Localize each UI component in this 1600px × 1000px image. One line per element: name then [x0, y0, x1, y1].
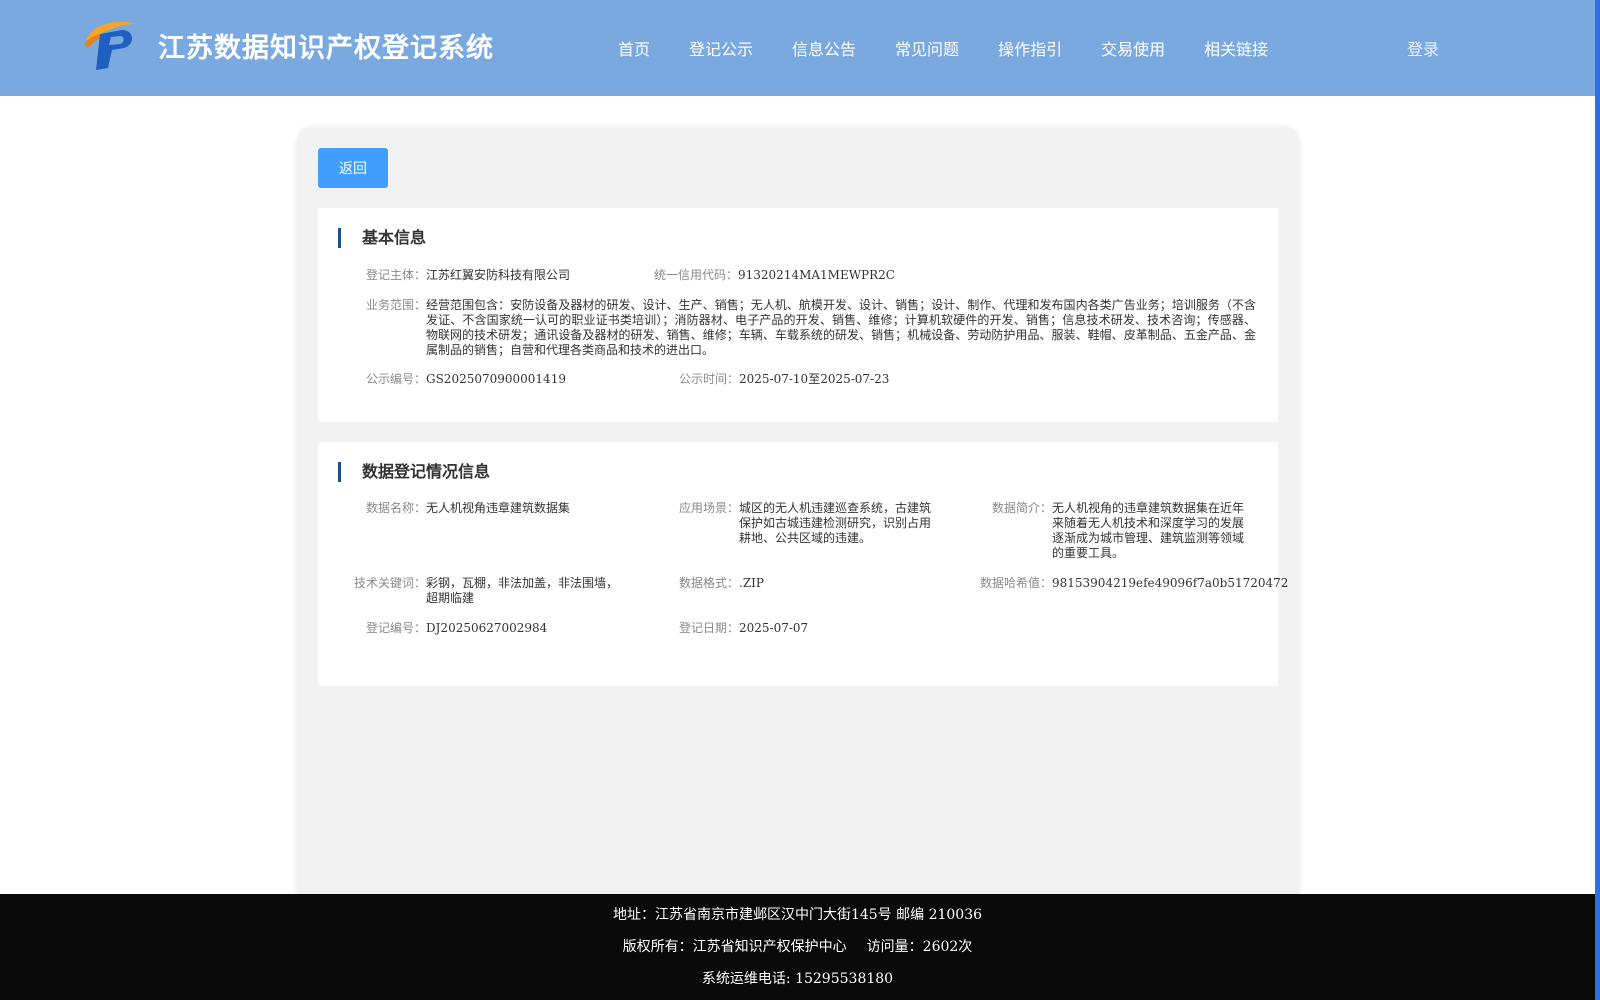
field-scenario: 应用场景： 城区的无人机违建巡查系统，古建筑保护如古城违建检测研究，识别占用耕地… [679, 501, 939, 546]
keywords-value: 彩钢，瓦棚，非法加盖，非法围墙，超期临建 [426, 576, 619, 605]
field-hash: 数据哈希值： 98153904219efe49096f7a0b51720472 [980, 576, 1288, 591]
footer-copyright-line: 版权所有：江苏省知识产权保护中心 访问量：2602次 [0, 936, 1595, 956]
scope-value: 经营范围包含：安防设备及器材的研发、设计、生产、销售；无人机、航模开发、设计、销… [426, 298, 1256, 357]
registration-info-title: 数据登记情况信息 [338, 462, 490, 482]
keywords-label: 技术关键词： [354, 576, 427, 590]
nav-registration-notice[interactable]: 登记公示 [689, 36, 753, 60]
basic-info-title: 基本信息 [338, 228, 426, 248]
notice-time-label: 公示时间： [679, 372, 740, 386]
subject-value: 江苏红翼安防科技有限公司 [426, 268, 571, 282]
login-link[interactable]: 登录 [1407, 36, 1439, 60]
field-notice-time: 公示时间： 2025-07-10至2025-07-23 [679, 372, 979, 387]
basic-info-panel: 基本信息 登记主体： 江苏红翼安防科技有限公司 统一信用代码： 91320214… [318, 208, 1278, 422]
header: 江苏数据知识产权登记系统 首页 登记公示 信息公告 常见问题 操作指引 交易使用… [0, 0, 1595, 96]
nav-announcements[interactable]: 信息公告 [792, 36, 856, 60]
hash-label: 数据哈希值： [980, 576, 1053, 590]
scenario-label: 应用场景： [679, 501, 740, 515]
main-nav: 首页 登记公示 信息公告 常见问题 操作指引 交易使用 相关链接 [618, 36, 1307, 60]
field-data-name: 数据名称： 无人机视角违章建筑数据集 [366, 501, 666, 516]
nav-links[interactable]: 相关链接 [1204, 36, 1268, 60]
footer-phone: 系统运维电话: 15295538180 [701, 971, 894, 987]
hash-value: 98153904219efe49096f7a0b51720472 [1052, 576, 1289, 590]
field-notice-no: 公示编号： GS2025070900001419 [366, 372, 666, 387]
registration-info-panel: 数据登记情况信息 数据名称： 无人机视角违章建筑数据集 应用场景： 城区的无人机… [318, 442, 1288, 686]
footer-visits: 访问量：2602次 [866, 939, 973, 955]
intro-value: 无人机视角的违章建筑数据集在近年来随着无人机技术和深度学习的发展逐渐成为城市管理… [1052, 501, 1245, 560]
field-subject: 登记主体： 江苏红翼安防科技有限公司 [366, 268, 656, 283]
reg-date-label: 登记日期： [679, 621, 740, 635]
field-format: 数据格式： .ZIP [679, 576, 879, 591]
reg-no-label: 登记编号： [366, 621, 427, 635]
credit-code-label: 统一信用代码： [654, 268, 739, 282]
field-credit-code: 统一信用代码： 91320214MA1MEWPR2C [654, 268, 1034, 283]
notice-no-label: 公示编号： [366, 372, 427, 386]
footer-address: 地址：江苏省南京市建邺区汉中门大街145号 邮编 210036 [612, 907, 983, 923]
nav-guide[interactable]: 操作指引 [998, 36, 1062, 60]
reg-date-value: 2025-07-07 [739, 621, 809, 635]
site-title: 江苏数据知识产权登记系统 [158, 33, 494, 64]
notice-no-value: GS2025070900001419 [426, 372, 566, 386]
format-value: .ZIP [739, 576, 764, 590]
field-scope: 业务范围： 经营范围包含：安防设备及器材的研发、设计、生产、销售；无人机、航模开… [366, 298, 1258, 358]
format-label: 数据格式： [679, 576, 740, 590]
detail-card: 返回 基本信息 登记主体： 江苏红翼安防科技有限公司 统一信用代码： 91320… [297, 127, 1299, 907]
subject-label: 登记主体： [366, 268, 427, 282]
back-button[interactable]: 返回 [318, 148, 388, 188]
footer: 地址：江苏省南京市建邺区汉中门大街145号 邮编 210036 版权所有：江苏省… [0, 894, 1595, 1000]
data-name-label: 数据名称： [366, 501, 427, 515]
notice-time-value: 2025-07-10至2025-07-23 [739, 372, 890, 386]
reg-no-value: DJ20250627002984 [426, 621, 548, 635]
scope-label: 业务范围： [366, 298, 427, 312]
field-intro: 数据简介： 无人机视角的违章建筑数据集在近年来随着无人机技术和深度学习的发展逐渐… [992, 501, 1254, 561]
credit-code-value: 91320214MA1MEWPR2C [738, 268, 895, 282]
intro-label: 数据简介： [992, 501, 1053, 515]
field-reg-no: 登记编号： DJ20250627002984 [366, 621, 666, 636]
scenario-value: 城区的无人机违建巡查系统，古建筑保护如古城违建检测研究，识别占用耕地、公共区域的… [739, 501, 932, 545]
data-name-value: 无人机视角违章建筑数据集 [426, 501, 571, 515]
footer-copyright: 版权所有：江苏省知识产权保护中心 [622, 939, 847, 955]
nav-transaction[interactable]: 交易使用 [1101, 36, 1165, 60]
nav-faq[interactable]: 常见问题 [895, 36, 959, 60]
nav-home[interactable]: 首页 [618, 36, 650, 60]
field-keywords: 技术关键词： 彩钢，瓦棚，非法加盖，非法围墙，超期临建 [354, 576, 654, 606]
logo-icon[interactable] [80, 18, 140, 72]
scrollbar[interactable] [1595, 0, 1600, 1000]
field-reg-date: 登记日期： 2025-07-07 [679, 621, 879, 636]
